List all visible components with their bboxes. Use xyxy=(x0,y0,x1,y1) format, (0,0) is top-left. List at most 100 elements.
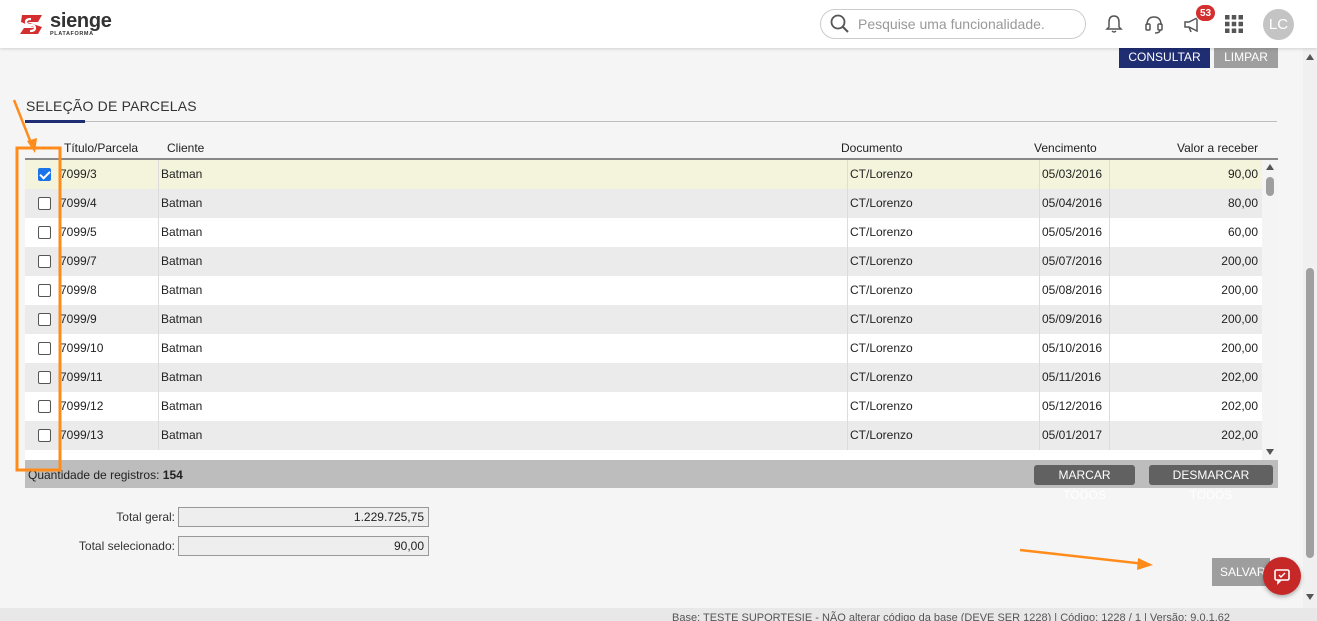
column-separator xyxy=(1039,334,1040,363)
cell-documento: CT/Lorenzo xyxy=(850,428,913,442)
apps-grid-icon[interactable] xyxy=(1222,12,1246,36)
row-checkbox[interactable] xyxy=(38,371,51,384)
headset-icon[interactable] xyxy=(1142,12,1166,36)
sienge-logo[interactable]: sienge PLATAFORMA xyxy=(18,9,112,39)
column-separator xyxy=(158,247,159,276)
cell-vencimento: 05/09/2016 xyxy=(1042,312,1103,326)
grid-scrollbar[interactable] xyxy=(1262,160,1278,460)
column-separator xyxy=(158,421,159,450)
column-header-vencimento[interactable]: Vencimento xyxy=(1034,141,1097,155)
row-checkbox-cell xyxy=(25,160,60,189)
cell-cliente: Batman xyxy=(161,428,203,442)
cell-titulo: 7099/8 xyxy=(60,283,97,297)
cell-cliente: Batman xyxy=(161,167,203,181)
page-scroll-up-icon[interactable] xyxy=(1306,54,1314,60)
column-separator xyxy=(1109,276,1110,305)
cell-vencimento: 05/04/2016 xyxy=(1042,196,1103,210)
bell-icon[interactable] xyxy=(1102,12,1126,36)
cell-valor: 60,00 xyxy=(1227,225,1258,239)
cell-valor: 200,00 xyxy=(1221,312,1258,326)
grid-body: 7099/3 Batman CT/Lorenzo 05/03/2016 90,00 709… xyxy=(25,160,1262,460)
chat-button[interactable] xyxy=(1263,557,1301,595)
column-separator xyxy=(847,160,848,189)
cell-valor: 202,00 xyxy=(1221,370,1258,384)
desmarcar-todos-button[interactable]: DESMARCAR TODOS xyxy=(1149,465,1273,502)
column-header-documento[interactable]: Documento xyxy=(841,141,902,155)
column-separator xyxy=(847,218,848,247)
column-separator xyxy=(158,218,159,247)
row-checkbox[interactable] xyxy=(38,284,51,297)
total-selecionado-label: Total selecionado: xyxy=(78,539,175,553)
scroll-down-icon[interactable] xyxy=(1266,449,1274,455)
row-checkbox[interactable] xyxy=(38,313,51,326)
cell-vencimento: 05/10/2016 xyxy=(1042,341,1103,355)
column-separator xyxy=(158,363,159,392)
page-scroll-down-icon[interactable] xyxy=(1306,594,1314,600)
column-separator xyxy=(1109,160,1110,189)
column-header-titulo[interactable]: Título/Parcela xyxy=(64,141,138,155)
column-separator xyxy=(847,305,848,334)
scroll-up-icon[interactable] xyxy=(1266,164,1274,170)
row-checkbox[interactable] xyxy=(38,429,51,442)
row-checkbox[interactable] xyxy=(38,255,51,268)
cell-valor: 80,00 xyxy=(1227,196,1258,210)
row-checkbox-cell xyxy=(25,247,60,276)
column-separator xyxy=(847,276,848,305)
search-box[interactable] xyxy=(820,9,1086,39)
cell-valor: 202,00 xyxy=(1221,399,1258,413)
row-checkbox-cell xyxy=(25,218,60,247)
table-row[interactable]: 7099/10 Batman CT/Lorenzo 05/10/2016 200,00 xyxy=(25,334,1262,363)
table-row[interactable]: 7099/7 Batman CT/Lorenzo 05/07/2016 200,00 xyxy=(25,247,1262,276)
consultar-button[interactable]: CONSULTAR xyxy=(1119,46,1210,68)
page-scrollbar-thumb[interactable] xyxy=(1306,268,1314,558)
table-row[interactable]: 7099/8 Batman CT/Lorenzo 05/08/2016 200,00 xyxy=(25,276,1262,305)
user-avatar[interactable]: LC xyxy=(1263,9,1294,40)
table-row[interactable]: 7099/12 Batman CT/Lorenzo 05/12/2016 202,00 xyxy=(25,392,1262,421)
column-separator xyxy=(1039,421,1040,450)
cell-vencimento: 05/01/2017 xyxy=(1042,428,1103,442)
table-row[interactable]: 7099/3 Batman CT/Lorenzo 05/03/2016 90,00 xyxy=(25,160,1262,189)
cell-titulo: 7099/13 xyxy=(60,428,104,442)
cell-valor: 200,00 xyxy=(1221,254,1258,268)
column-header-cliente[interactable]: Cliente xyxy=(167,141,204,155)
marcar-todos-button[interactable]: MARCAR TODOS xyxy=(1034,465,1135,502)
total-geral-label: Total geral: xyxy=(116,510,175,524)
page-scrollbar[interactable] xyxy=(1303,48,1317,608)
row-checkbox[interactable] xyxy=(38,168,51,181)
row-checkbox[interactable] xyxy=(38,226,51,239)
cell-valor: 200,00 xyxy=(1221,341,1258,355)
column-separator xyxy=(847,421,848,450)
search-input[interactable] xyxy=(858,16,1068,32)
cell-cliente: Batman xyxy=(161,254,203,268)
cell-vencimento: 05/05/2016 xyxy=(1042,225,1103,239)
column-separator xyxy=(1109,218,1110,247)
sienge-logo-icon xyxy=(20,15,42,34)
grid-header: Título/Parcela Cliente Documento Vencime… xyxy=(25,138,1278,160)
column-separator xyxy=(1109,421,1110,450)
grid-scrollbar-thumb[interactable] xyxy=(1266,177,1274,196)
row-checkbox-cell xyxy=(25,421,60,450)
chat-icon xyxy=(1274,569,1290,585)
cell-vencimento: 05/07/2016 xyxy=(1042,254,1103,268)
table-row[interactable]: 7099/13 Batman CT/Lorenzo 05/01/2017 202,00 xyxy=(25,421,1262,450)
table-row[interactable]: 7099/11 Batman CT/Lorenzo 05/11/2016 202,00 xyxy=(25,363,1262,392)
limpar-button[interactable]: LIMPAR xyxy=(1214,46,1278,68)
column-separator xyxy=(1109,305,1110,334)
cell-valor: 202,00 xyxy=(1221,428,1258,442)
total-selecionado-field: 90,00 xyxy=(178,536,429,556)
salvar-button[interactable]: SALVAR xyxy=(1212,558,1270,586)
row-checkbox[interactable] xyxy=(38,197,51,210)
column-header-valor[interactable]: Valor a receber xyxy=(1177,141,1258,155)
column-separator xyxy=(1039,189,1040,218)
row-checkbox-cell xyxy=(25,189,60,218)
row-checkbox[interactable] xyxy=(38,342,51,355)
cell-cliente: Batman xyxy=(161,283,203,297)
section-divider-accent xyxy=(25,120,85,123)
column-separator xyxy=(158,392,159,421)
table-row[interactable]: 7099/5 Batman CT/Lorenzo 05/05/2016 60,00 xyxy=(25,218,1262,247)
row-checkbox-cell xyxy=(25,334,60,363)
table-row[interactable]: 7099/9 Batman CT/Lorenzo 05/09/2016 200,00 xyxy=(25,305,1262,334)
column-separator xyxy=(1109,247,1110,276)
row-checkbox[interactable] xyxy=(38,400,51,413)
table-row[interactable]: 7099/4 Batman CT/Lorenzo 05/04/2016 80,00 xyxy=(25,189,1262,218)
